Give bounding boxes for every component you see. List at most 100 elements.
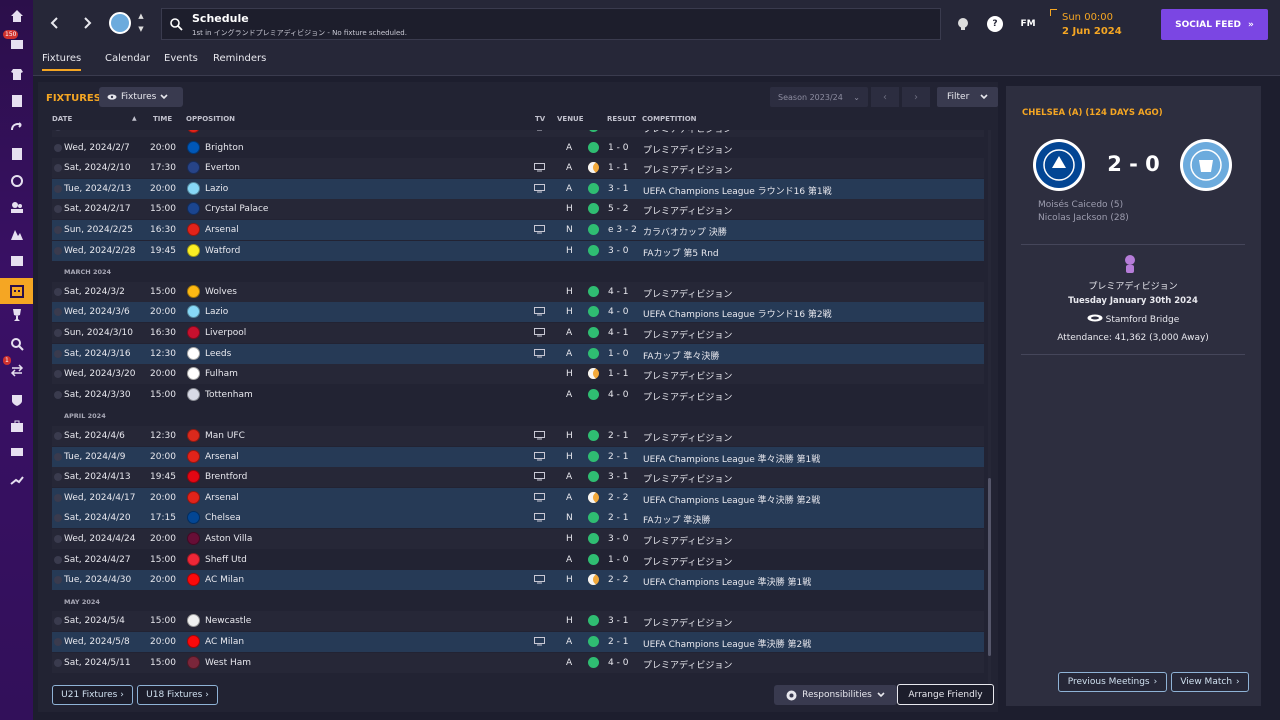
fixture-result[interactable]: 2 - 1 [608, 513, 628, 523]
opponent-badge-icon[interactable] [187, 284, 200, 298]
fixture-row[interactable]: Wed, 2024/4/24 20:00 Aston Villa H 3 - 0 プレミア… [52, 529, 984, 549]
fixture-row[interactable]: Sat, 2024/3/16 12:30 Leeds A 1 - 0 FAカップ 準々決勝 [52, 343, 984, 364]
previous-meetings-button[interactable]: Previous Meetings › [1058, 672, 1167, 692]
opponent-badge-icon[interactable] [187, 470, 200, 484]
fixture-result[interactable]: 2 - 1 [608, 452, 628, 462]
col-header-opposition[interactable]: OPPOSITION [186, 115, 235, 123]
scrollbar-thumb[interactable] [988, 478, 991, 656]
opponent-name[interactable]: Arsenal [205, 452, 239, 462]
tab-fixtures[interactable]: Fixtures [42, 53, 82, 71]
fixture-row[interactable]: Sat, 2024/3/2 15:00 Wolves H 4 - 1 プレミアディビジョン [52, 281, 984, 302]
responsibilities-button[interactable]: Responsibilities [774, 685, 897, 705]
row-select-checkbox[interactable] [54, 514, 62, 523]
transfers-icon[interactable]: 1 [0, 356, 33, 382]
opponent-name[interactable]: Everton [205, 163, 240, 173]
fixture-result[interactable]: 3 - 1 [608, 616, 628, 626]
opponent-badge-icon[interactable] [187, 573, 200, 587]
fixture-row[interactable]: Sun, 2024/3/10 16:30 Liverpool A 4 - 1 プレミアディ… [52, 323, 984, 343]
fixture-result[interactable]: e 3 - 2 [608, 225, 637, 235]
col-header-result[interactable]: RESULT [607, 115, 636, 123]
row-select-checkbox[interactable] [54, 205, 62, 214]
finances-icon[interactable] [0, 414, 33, 438]
trophy-icon[interactable] [955, 16, 971, 32]
fixture-competition[interactable]: UEFA Champions League ラウンド16 第2戦 [643, 307, 832, 320]
opponent-name[interactable]: AC Milan [205, 575, 244, 585]
fixture-result[interactable]: 1 - 0 [608, 143, 628, 153]
fixture-result[interactable]: 1 - 1 [608, 369, 628, 379]
opponent-name[interactable]: Chelsea [205, 513, 241, 523]
forward-button[interactable] [76, 12, 98, 34]
fixture-competition[interactable]: FAカップ 第5 Rnd [643, 246, 719, 259]
fixture-result[interactable]: 4 - 0 [608, 658, 628, 668]
opponent-badge-icon[interactable] [187, 635, 200, 648]
fixture-result[interactable]: 2 - 1 [608, 431, 628, 441]
scouting-icon[interactable] [0, 332, 33, 356]
fixture-competition[interactable]: FAカップ 準決勝 [643, 513, 710, 526]
row-select-checkbox[interactable] [54, 184, 62, 193]
fixture-row[interactable]: Tue, 2024/2/13 20:00 Lazio A 3 - 1 UEFA Champ… [52, 178, 984, 199]
view-match-button[interactable]: View Match › [1171, 672, 1249, 692]
fixture-competition[interactable]: カラバオカップ 決勝 [643, 225, 727, 238]
opponent-name[interactable]: Crystal Palace [205, 204, 268, 214]
row-select-checkbox[interactable] [54, 452, 62, 461]
opponent-badge-icon[interactable] [187, 655, 200, 669]
row-select-checkbox[interactable] [54, 246, 62, 255]
fixture-competition[interactable]: FAカップ 準々決勝 [643, 349, 719, 362]
squad-icon[interactable] [0, 62, 33, 86]
fixture-competition[interactable]: UEFA Champions League 準々決勝 第2戦 [643, 493, 820, 506]
fixture-result[interactable]: 4 - 0 [608, 307, 628, 317]
filter-button[interactable]: Filter [937, 87, 998, 107]
medical-kit-icon[interactable] [0, 248, 33, 272]
fixture-competition[interactable]: プレミアディビジョン [643, 534, 732, 547]
u18-fixtures-button[interactable]: U18 Fixtures › [137, 685, 218, 705]
back-button[interactable] [43, 12, 65, 34]
sort-arrow-icon[interactable]: ▲ [132, 115, 137, 122]
fixture-competition[interactable]: プレミアディビジョン [643, 287, 732, 300]
opponent-name[interactable]: Fulham [205, 369, 238, 379]
fixtures-view-dropdown[interactable]: Fixtures [99, 87, 183, 107]
opponent-badge-icon[interactable] [187, 130, 200, 133]
fixture-result[interactable]: 2 - 2 [608, 493, 628, 503]
fixture-competition[interactable]: プレミアディビジョン [643, 143, 732, 156]
opponent-badge-icon[interactable] [187, 161, 200, 175]
opponent-badge-icon[interactable] [187, 387, 200, 401]
fixture-result[interactable]: 1 - 1 [608, 163, 628, 173]
staff-icon[interactable] [0, 169, 33, 193]
fixtures-scrollbar[interactable] [988, 130, 991, 685]
fixture-result[interactable]: 1 - 0 [608, 349, 628, 359]
opponent-name[interactable]: Arsenal [205, 225, 239, 235]
fixture-row[interactable]: Sun, 2024/2/4 16:30 Arsenal H 3 - 2 プレミアディビジョ… [52, 130, 984, 137]
opponent-badge-icon[interactable] [187, 449, 200, 463]
fixture-row[interactable]: Wed, 2024/2/28 19:45 Watford H 3 - 0 FAカップ 第5… [52, 240, 984, 261]
fixture-competition[interactable]: プレミアディビジョン [643, 555, 732, 568]
row-select-checkbox[interactable] [54, 287, 62, 296]
schedule-icon[interactable] [0, 278, 33, 304]
opponent-name[interactable]: Liverpool [205, 328, 246, 338]
search-box[interactable]: Schedule 1st in イングランドプレミアディビジョン - No fi… [161, 8, 941, 40]
fixture-row[interactable]: Sat, 2024/2/10 17:30 Everton A 1 - 1 プレミアディビジ… [52, 158, 984, 179]
col-header-date[interactable]: DATE [52, 115, 72, 123]
opponent-badge-icon[interactable] [187, 511, 200, 525]
fixture-row[interactable]: Sat, 2024/3/30 15:00 Tottenham A 4 - 0 プレミアディ… [52, 385, 984, 405]
fixture-competition[interactable]: UEFA Champions League ラウンド16 第1戦 [643, 184, 832, 197]
tab-events[interactable]: Events [164, 53, 198, 69]
fixture-result[interactable]: 4 - 0 [608, 390, 628, 400]
row-select-checkbox[interactable] [54, 535, 62, 543]
row-select-checkbox[interactable] [54, 658, 62, 667]
fixture-result[interactable]: 3 - 1 [608, 472, 628, 482]
tab-reminders[interactable]: Reminders [213, 53, 266, 69]
row-select-checkbox[interactable] [54, 329, 62, 337]
inbox-icon[interactable]: 150 [0, 30, 33, 56]
fixture-result[interactable]: 5 - 2 [608, 204, 628, 214]
fixture-result[interactable]: 3 - 0 [608, 534, 628, 544]
data-hub-icon[interactable] [0, 142, 33, 166]
opponent-name[interactable]: Tottenham [205, 390, 253, 400]
opponent-badge-icon[interactable] [187, 532, 200, 545]
opponent-badge-icon[interactable] [187, 243, 200, 257]
opponent-badge-icon[interactable] [187, 223, 200, 236]
row-select-checkbox[interactable] [54, 555, 62, 564]
chelsea-crest-icon[interactable] [1032, 138, 1086, 192]
row-select-checkbox[interactable] [54, 226, 62, 234]
fixture-competition[interactable]: プレミアディビジョン [643, 130, 732, 135]
opponent-name[interactable]: Aston Villa [205, 534, 252, 544]
